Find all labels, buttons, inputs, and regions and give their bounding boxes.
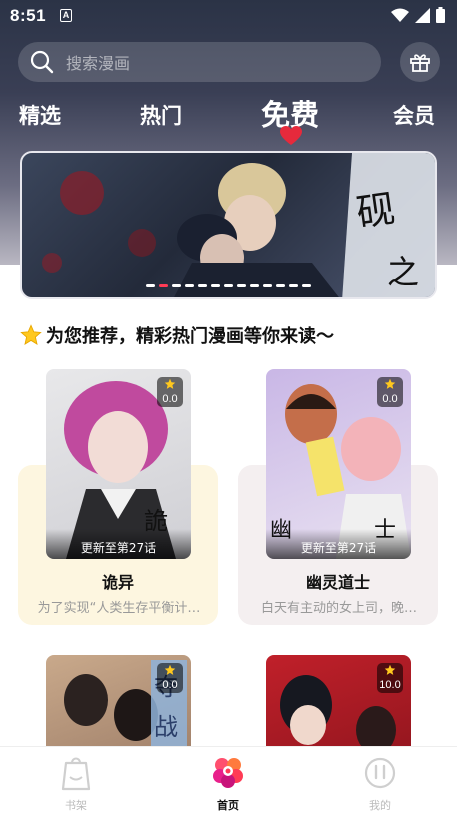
rating-star-icon: [384, 378, 396, 389]
comic-description: 白天有主动的女上司，晚…: [260, 601, 417, 616]
battery-icon: [436, 7, 445, 23]
nav-label: 我的: [369, 799, 391, 812]
banner-carousel[interactable]: 砚 之: [20, 151, 437, 299]
tab-featured[interactable]: 精选: [19, 100, 61, 130]
carousel-dot-active: [159, 284, 168, 287]
carousel-dot: [185, 284, 194, 287]
profile-icon: [364, 757, 396, 789]
home-flower-icon: [213, 758, 243, 788]
nav-label: 书架: [65, 799, 87, 812]
signal-icon: [415, 7, 430, 23]
nav-profile[interactable]: 我的: [340, 755, 420, 813]
svg-text:战: 战: [154, 713, 178, 741]
star-icon: [20, 324, 42, 345]
rating-value: 10.0: [379, 679, 401, 691]
rating-star-icon: [384, 664, 396, 675]
wifi-icon: [391, 8, 409, 22]
carousel-dot: [250, 284, 259, 287]
app-screen: 8:51 A 搜索漫画 精选 热门 免费 会员 砚 之 为您推荐，精彩热门漫画等…: [0, 0, 457, 814]
carousel-dot: [276, 284, 285, 287]
carousel-dot: [224, 284, 233, 287]
nav-bookshelf[interactable]: 书架: [36, 755, 116, 813]
category-tabs: 精选 热门 免费 会员: [0, 92, 457, 140]
search-placeholder: 搜索漫画: [66, 54, 131, 73]
heart-icon: [280, 126, 302, 145]
carousel-dot: [263, 284, 272, 287]
carousel-dot: [198, 284, 207, 287]
banner-artwork: 砚 之: [42, 153, 435, 297]
rating-badge: 0.0: [157, 377, 183, 407]
status-bar: 8:51 A: [0, 0, 457, 32]
section-title: 为您推荐，精彩热门漫画等你来读～: [46, 326, 334, 347]
carousel-dot: [237, 284, 246, 287]
gift-button[interactable]: [400, 42, 440, 82]
carousel-dot: [172, 284, 181, 287]
comic-description: 为了实现“人类生存平衡计…: [37, 601, 201, 616]
bottom-navigation: 书架 首页 我的: [0, 746, 457, 814]
tab-popular[interactable]: 热门: [140, 100, 182, 130]
rating-badge: 10.0: [377, 663, 403, 693]
update-status: 更新至第27话: [266, 529, 411, 559]
carousel-dot: [289, 284, 298, 287]
carousel-indicator: [22, 284, 435, 287]
rating-star-icon: [164, 664, 176, 675]
comic-cover[interactable]: 詭 0.0 更新至第27话: [46, 369, 191, 559]
rating-value: 0.0: [162, 679, 178, 691]
status-time: 8:51: [10, 6, 47, 25]
section-heading: 为您推荐，精彩热门漫画等你来读～: [20, 322, 334, 348]
rating-star-icon: [164, 378, 176, 389]
carousel-dot: [302, 284, 311, 287]
tab-member[interactable]: 会员: [393, 100, 435, 130]
update-status: 更新至第27话: [46, 529, 191, 559]
rating-badge: 0.0: [157, 663, 183, 693]
bookshelf-icon: [61, 757, 91, 791]
comic-title: 幽灵道士: [305, 573, 370, 592]
comic-cover[interactable]: 幽 士 0.0 更新至第27话: [266, 369, 411, 559]
gift-icon: [410, 54, 430, 72]
nav-label: 首页: [217, 799, 239, 812]
comic-title: 诡异: [101, 573, 134, 592]
rating-value: 0.0: [382, 393, 398, 405]
search-bar[interactable]: 搜索漫画: [18, 42, 381, 82]
rating-badge: 0.0: [377, 377, 403, 407]
notification-a-icon: A: [60, 9, 72, 22]
rating-value: 0.0: [162, 393, 178, 405]
carousel-dot: [211, 284, 220, 287]
carousel-dot: [146, 284, 155, 287]
search-icon: [30, 50, 54, 74]
nav-home[interactable]: 首页: [188, 755, 268, 813]
svg-text:砚: 砚: [354, 186, 398, 235]
